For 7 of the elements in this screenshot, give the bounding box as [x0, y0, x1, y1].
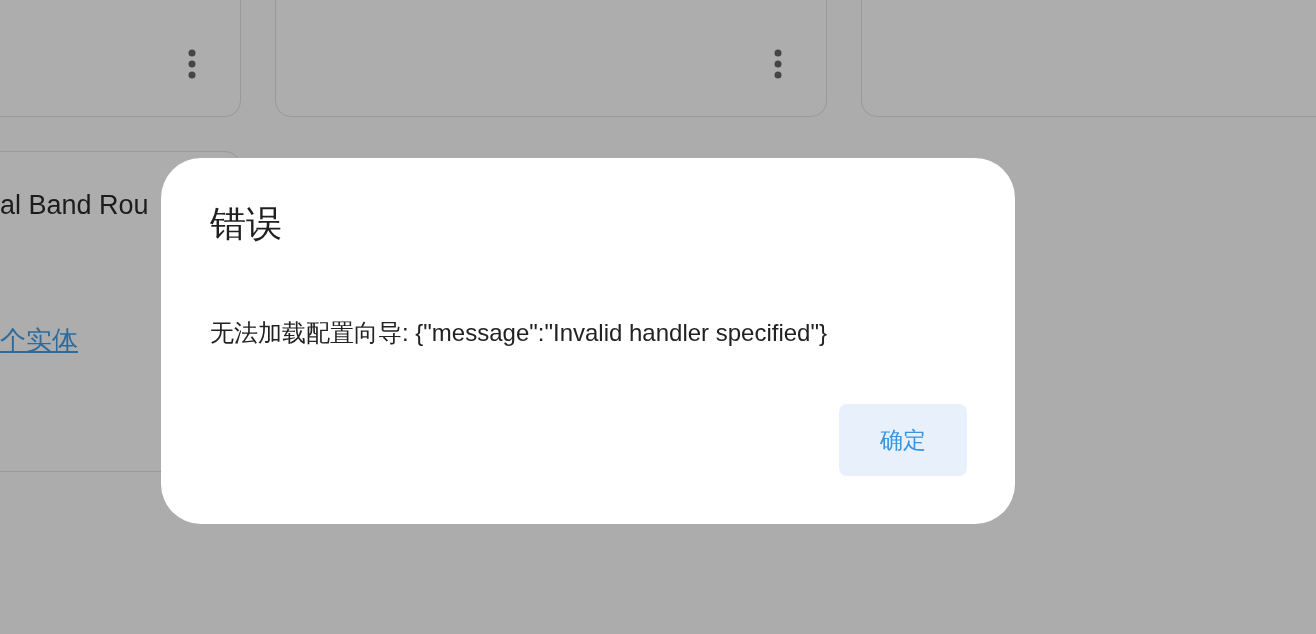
dialog-title: 错误: [210, 202, 283, 246]
entities-link[interactable]: 个实体: [0, 324, 78, 356]
error-message: 无法加载配置向导: {"message":"Invalid handler specified"}: [210, 318, 828, 348]
confirm-button[interactable]: 确定: [839, 404, 967, 476]
more-options-icon[interactable]: [774, 49, 782, 79]
card-title: al Band Rou: [0, 189, 150, 222]
more-options-icon[interactable]: [188, 49, 196, 79]
